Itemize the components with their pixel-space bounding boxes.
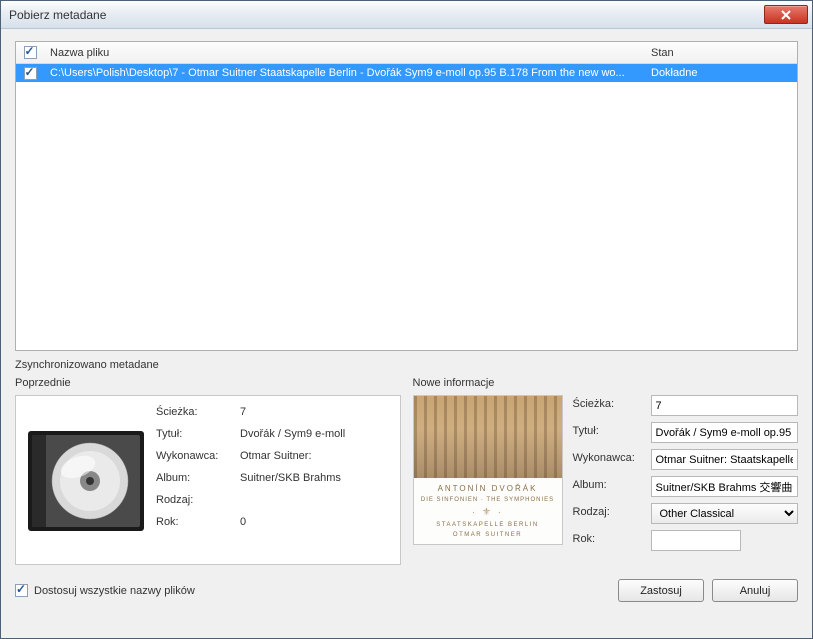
new-artist-input[interactable] [651, 449, 799, 470]
new-title-label: Tytuł: [573, 422, 651, 443]
row-checkbox-cell [16, 67, 44, 80]
adjust-checkbox[interactable] [15, 584, 28, 597]
prev-genre-label: Rodzaj: [156, 494, 236, 506]
cd-placeholder-icon [26, 423, 146, 538]
new-year-input[interactable] [651, 530, 741, 551]
close-button[interactable] [764, 5, 808, 24]
prev-year-value: 0 [240, 516, 390, 528]
new-year-label: Rok: [573, 530, 651, 551]
previous-title: Poprzednie [15, 377, 401, 389]
list-header: Nazwa pliku Stan [16, 42, 797, 64]
cover-line1: ANTONÍN DVOŘÁK [438, 484, 538, 493]
new-artist-label: Wykonawca: [573, 449, 651, 470]
footer: Dostosuj wszystkie nazwy plików Zastosuj… [15, 579, 798, 602]
list-body: C:\Users\Polish\Desktop\7 - Otmar Suitne… [16, 64, 797, 350]
row-status: Dokładne [647, 67, 797, 79]
cover-line3a: STAATSKAPELLE BERLIN [436, 522, 538, 528]
album-cover: ANTONÍN DVOŘÁK DIE SINFONIEN · THE SYMPH… [413, 395, 563, 545]
prev-artist-value: Otmar Suitner: [240, 450, 390, 462]
adjust-label: Dostosuj wszystkie nazwy plików [34, 585, 195, 597]
compare-panel: Poprzednie [15, 377, 798, 565]
previous-column: Poprzednie [15, 377, 401, 565]
previous-fields: Ścieżka: 7 Tytuł: Dvořák / Sym9 e-moll W… [156, 406, 390, 554]
new-title-input[interactable] [651, 422, 799, 443]
row-filename: C:\Users\Polish\Desktop\7 - Otmar Suitne… [44, 67, 647, 79]
new-album-input[interactable] [651, 476, 799, 497]
prev-track-label: Ścieżka: [156, 406, 236, 418]
cover-ornament: · ⚜ · [472, 507, 503, 518]
header-checkbox[interactable] [24, 46, 37, 59]
previous-box: Ścieżka: 7 Tytuł: Dvořák / Sym9 e-moll W… [15, 395, 401, 565]
row-checkbox[interactable] [24, 67, 37, 80]
header-filename[interactable]: Nazwa pliku [44, 47, 647, 59]
file-list: Nazwa pliku Stan C:\Users\Polish\Desktop… [15, 41, 798, 351]
prev-album-value: Suitner/SKB Brahms [240, 472, 390, 484]
new-genre-select[interactable]: Other Classical [651, 503, 799, 524]
client-area: Nazwa pliku Stan C:\Users\Polish\Desktop… [1, 29, 812, 638]
cover-art-top [414, 396, 562, 478]
new-track-label: Ścieżka: [573, 395, 651, 416]
adjust-filenames-option[interactable]: Dostosuj wszystkie nazwy plików [15, 584, 195, 597]
new-column: Nowe informacje ANTONÍN DVOŘÁK DIE SINFO… [413, 377, 799, 565]
titlebar: Pobierz metadane [1, 1, 812, 29]
new-genre-label: Rodzaj: [573, 503, 651, 524]
prev-year-label: Rok: [156, 516, 236, 528]
cover-art-bottom: ANTONÍN DVOŘÁK DIE SINFONIEN · THE SYMPH… [414, 478, 562, 544]
prev-title-value: Dvořák / Sym9 e-moll [240, 428, 390, 440]
apply-button[interactable]: Zastosuj [618, 579, 704, 602]
prev-title-label: Tytuł: [156, 428, 236, 440]
header-checkbox-cell [16, 46, 44, 59]
new-track-input[interactable] [651, 395, 799, 416]
new-fields: Ścieżka: Tytuł: Wykonawca: Album: Rodzaj… [573, 395, 799, 551]
cover-line3b: OTMAR SUITNER [453, 532, 522, 538]
new-box: ANTONÍN DVOŘÁK DIE SINFONIEN · THE SYMPH… [413, 395, 799, 551]
new-title: Nowe informacje [413, 377, 799, 389]
cancel-button[interactable]: Anuluj [712, 579, 798, 602]
window-title: Pobierz metadane [9, 8, 764, 22]
prev-artist-label: Wykonawca: [156, 450, 236, 462]
table-row[interactable]: C:\Users\Polish\Desktop\7 - Otmar Suitne… [16, 64, 797, 82]
close-icon [780, 10, 792, 20]
sync-status-label: Zsynchronizowano metadane [15, 359, 798, 371]
new-album-label: Album: [573, 476, 651, 497]
prev-genre-value [240, 494, 390, 506]
dialog-window: Pobierz metadane Nazwa pliku Stan C:\Use… [0, 0, 813, 639]
cover-line2: DIE SINFONIEN · THE SYMPHONIES [421, 497, 554, 503]
prev-track-value: 7 [240, 406, 390, 418]
prev-album-label: Album: [156, 472, 236, 484]
header-status[interactable]: Stan [647, 47, 797, 59]
